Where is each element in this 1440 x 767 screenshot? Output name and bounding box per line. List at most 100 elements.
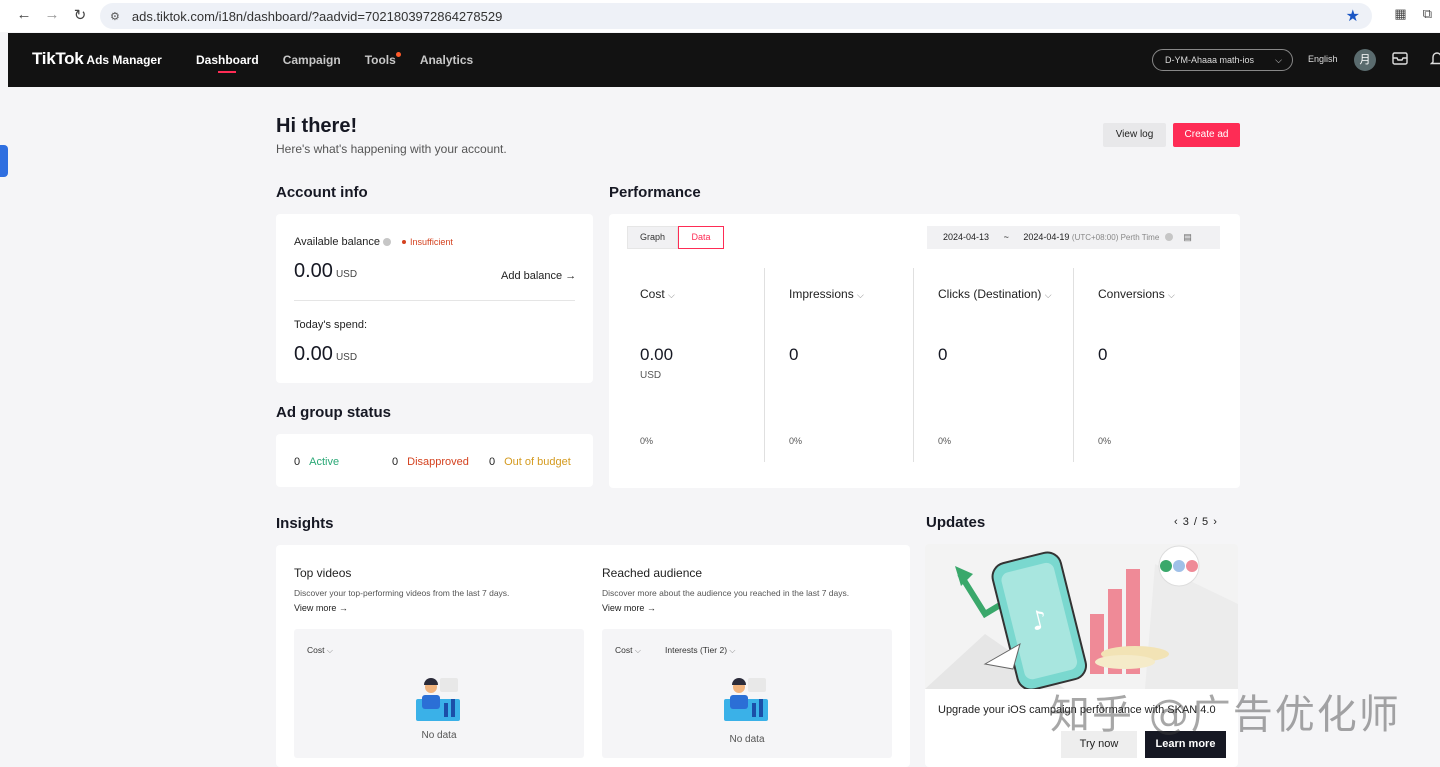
chevron-down-icon: ⌵	[326, 646, 333, 655]
address-bar[interactable]: ⚙ ads.tiktok.com/i18n/dashboard/?aadvid=…	[100, 3, 1372, 29]
metric-impressions: Impressions ⌵ 0 0%	[764, 268, 913, 462]
top-videos-view-more[interactable]: View more →	[294, 603, 348, 613]
status-count: 0	[392, 456, 399, 468]
pager-text: 3 / 5	[1182, 516, 1210, 528]
info-icon[interactable]	[1164, 233, 1173, 241]
metric-value: 0	[789, 345, 799, 364]
status-active[interactable]: 0 Active	[294, 456, 339, 468]
top-videos-title: Top videos	[294, 566, 352, 580]
nav-tools[interactable]: Tools	[365, 33, 401, 87]
metric-value: 0.00	[640, 345, 674, 364]
top-nav: Dashboard Campaign Tools Analytics	[196, 33, 473, 87]
updates-pager: ‹ 3 / 5 ›	[1174, 516, 1218, 528]
inbox-icon[interactable]	[1391, 49, 1409, 72]
extensions-icon[interactable]: ⧉	[1423, 6, 1432, 22]
reached-audience-title: Reached audience	[602, 566, 703, 580]
view-log-button[interactable]: View log	[1103, 123, 1166, 147]
top-videos-desc: Discover your top-performing videos from…	[294, 588, 510, 598]
date-range-picker[interactable]: 2024-04-13 ~ 2024-04-19 (UTC+08:00) Pert…	[927, 226, 1220, 249]
info-icon[interactable]	[383, 238, 392, 246]
cost-filter-label: Cost	[307, 645, 325, 655]
metric-label: Cost	[640, 287, 665, 301]
side-floating-widget[interactable]	[0, 145, 8, 177]
chevron-down-icon: ⌵	[729, 646, 736, 655]
status-disapproved[interactable]: 0 Disapproved	[392, 456, 469, 468]
interests-filter-label: Interests (Tier 2)	[665, 645, 728, 655]
forward-arrow-icon[interactable]: →	[38, 6, 66, 23]
metric-change: 0%	[1098, 436, 1112, 446]
balance-unit: USD	[335, 269, 358, 280]
metric-unit: USD	[640, 370, 662, 381]
create-ad-button[interactable]: Create ad	[1173, 123, 1240, 147]
cost-filter[interactable]: Cost ⌵	[307, 645, 333, 656]
empty-state-text: No data	[729, 734, 765, 745]
metric-change: 0%	[938, 436, 952, 446]
avatar[interactable]: 月	[1354, 49, 1376, 71]
balance-value: 0.00 USD	[294, 260, 357, 283]
timezone-label: (UTC+08:00) Perth Time	[1071, 233, 1160, 242]
status-count: 0	[294, 456, 301, 468]
logo-main: TikTok	[32, 49, 84, 68]
performance-title: Performance	[609, 184, 701, 201]
cost-filter[interactable]: Cost ⌵	[615, 645, 641, 656]
status-out-of-budget[interactable]: 0 Out of budget	[489, 456, 571, 468]
site-info-icon[interactable]: ⚙	[110, 10, 120, 23]
spend-unit: USD	[335, 352, 358, 363]
insights-card: Top videos Discover your top-performing …	[276, 545, 910, 767]
metric-value: 0	[1098, 345, 1108, 364]
account-select[interactable]: D-YM-Ahaaa math-ios ⌵	[1152, 49, 1293, 71]
qr-code-icon[interactable]: ▦	[1394, 6, 1406, 22]
nav-analytics[interactable]: Analytics	[420, 33, 473, 87]
insufficient-badge: Insufficient	[402, 237, 453, 247]
calendar-icon[interactable]: ▤	[1183, 232, 1192, 242]
metric-select[interactable]: Impressions ⌵	[789, 287, 864, 301]
reached-audience-view-more[interactable]: View more →	[602, 603, 656, 613]
balance-amount: 0.00	[294, 260, 333, 282]
watermark: 知乎 @广告优化师	[1050, 692, 1401, 738]
back-arrow-icon[interactable]: ←	[10, 6, 38, 23]
metric-cost: Cost ⌵ 0.00 USD 0%	[609, 268, 764, 462]
status-label: Active	[309, 456, 340, 468]
metric-select[interactable]: Cost ⌵	[640, 287, 675, 301]
date-separator: ~	[1003, 232, 1009, 242]
page-subtitle: Here's what's happening with your accoun…	[276, 142, 507, 156]
add-balance-link[interactable]: Add balance →	[501, 270, 576, 282]
browser-toolbar: ← → ↻ ⚙ ads.tiktok.com/i18n/dashboard/?a…	[0, 0, 1440, 32]
reached-audience-panel: Cost ⌵ Interests (Tier 2) ⌵ No data	[602, 629, 892, 758]
metric-value: 0	[938, 345, 948, 364]
date-end: 2024-04-19	[1023, 232, 1070, 242]
status-count: 0	[489, 456, 496, 468]
tab-graph[interactable]: Graph	[627, 226, 678, 249]
metric-label: Clicks (Destination)	[938, 287, 1042, 301]
metric-select[interactable]: Conversions ⌵	[1098, 287, 1175, 301]
metric-select[interactable]: Clicks (Destination) ⌵	[938, 287, 1052, 301]
reload-icon[interactable]: ↻	[66, 6, 94, 24]
tab-data[interactable]: Data	[678, 226, 724, 249]
empty-state-illustration-icon	[724, 678, 768, 721]
metric-label: Conversions	[1098, 287, 1165, 301]
nav-dashboard[interactable]: Dashboard	[196, 33, 259, 87]
chevron-right-icon[interactable]: ›	[1213, 516, 1218, 528]
chevron-down-icon: ⌵	[857, 290, 864, 300]
top-videos-panel: Cost ⌵ No data	[294, 629, 584, 758]
status-label: Out of budget	[504, 456, 571, 468]
chevron-left-icon[interactable]: ‹	[1174, 516, 1179, 528]
metric-label: Impressions	[789, 287, 854, 301]
cost-filter-label: Cost	[615, 645, 633, 655]
insights-title: Insights	[276, 515, 334, 532]
language-switch[interactable]: English	[1308, 54, 1338, 64]
interests-filter[interactable]: Interests (Tier 2) ⌵	[665, 645, 736, 656]
nav-campaign[interactable]: Campaign	[283, 33, 341, 87]
account-info-title: Account info	[276, 184, 368, 201]
metric-conversions: Conversions ⌵ 0 0%	[1073, 268, 1223, 462]
bookmark-star-icon[interactable]: ★	[1346, 6, 1360, 26]
bell-icon[interactable]	[1429, 49, 1440, 72]
chevron-down-icon: ⌵	[1168, 290, 1175, 300]
available-balance-text: Available balance	[294, 236, 381, 248]
metric-clicks: Clicks (Destination) ⌵ 0 0%	[913, 268, 1073, 462]
tiktok-ads-logo[interactable]: TikTok Ads Manager	[32, 49, 162, 69]
chevron-down-icon: ⌵	[1044, 290, 1052, 300]
divider	[294, 300, 575, 301]
chevron-down-icon: ⌵	[634, 646, 641, 655]
ad-group-status-title: Ad group status	[276, 404, 391, 421]
